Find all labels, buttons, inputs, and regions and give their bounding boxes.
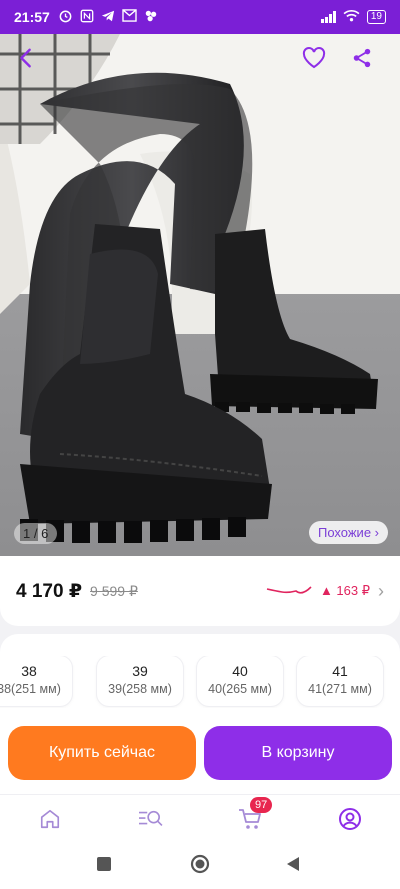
size-number: 38 [21, 663, 37, 679]
product-image-gallery[interactable]: 1 / 6 Похожие › [0, 34, 400, 556]
alarm-icon [58, 8, 73, 26]
price-section[interactable]: 4 170 ₽ 9 599 ₽ ▲ 163 ₽ › [0, 556, 400, 626]
status-notification-icons [58, 8, 158, 26]
buy-now-button[interactable]: Купить сейчас [8, 726, 196, 780]
size-option[interactable]: 39 39(258 мм) [97, 656, 183, 706]
size-selector[interactable]: 38 38(251 мм) 39 39(258 мм) 40 40(265 мм… [0, 656, 400, 708]
share-icon [353, 48, 371, 68]
status-system-icons: 19 [320, 9, 386, 25]
product-photo [0, 34, 400, 556]
image-counter: 1 / 6 [14, 523, 58, 544]
share-button[interactable] [344, 40, 380, 76]
favorite-button[interactable] [296, 40, 332, 76]
size-length: 41(271 мм) [308, 682, 372, 696]
size-number: 40 [232, 663, 248, 679]
size-option[interactable]: 41 41(271 мм) [297, 656, 383, 706]
back-button[interactable] [8, 40, 44, 76]
nav-home[interactable] [36, 805, 64, 833]
wifi-icon [343, 9, 360, 25]
size-number: 41 [332, 663, 348, 679]
price-change: ▲ 163 ₽ [319, 583, 370, 598]
signal-icon [320, 11, 336, 23]
price-history[interactable]: ▲ 163 ₽ [266, 583, 370, 599]
size-number: 39 [132, 663, 148, 679]
status-time: 21:57 [14, 9, 50, 25]
battery-icon: 19 [366, 10, 386, 24]
size-length: 39(258 мм) [108, 682, 172, 696]
cart-badge: 97 [250, 797, 273, 813]
price-history-sparkline [266, 586, 312, 594]
nav-cart[interactable]: 97 [236, 797, 273, 833]
size-length: 38(251 мм) [0, 682, 61, 696]
chevron-right-icon[interactable]: › [378, 581, 384, 602]
recents-icon[interactable] [96, 856, 112, 877]
heart-icon [302, 47, 326, 69]
nfc-icon [80, 9, 94, 26]
back-triangle-icon[interactable] [285, 856, 301, 877]
home-icon [40, 809, 60, 829]
back-arrow-icon [20, 48, 31, 68]
app-icon [144, 9, 158, 26]
system-navigation [0, 842, 400, 889]
nav-catalog[interactable] [136, 805, 164, 833]
profile-icon [339, 808, 361, 830]
nav-profile[interactable] [336, 805, 364, 833]
similar-products-link[interactable]: Похожие › [309, 521, 388, 544]
catalog-search-icon [139, 810, 163, 827]
size-and-actions: 38 38(251 мм) 39 39(258 мм) 40 40(265 мм… [0, 634, 400, 794]
current-price: 4 170 ₽ [16, 580, 83, 602]
size-option[interactable]: 38 38(251 мм) [0, 656, 72, 706]
size-option[interactable]: 40 40(265 мм) [197, 656, 283, 706]
old-price: 9 599 ₽ [90, 582, 138, 599]
add-to-cart-button[interactable]: В корзину [204, 726, 392, 780]
telegram-icon [101, 9, 115, 26]
mail-icon [122, 9, 137, 25]
size-length: 40(265 мм) [208, 682, 272, 696]
bottom-navigation: 97 [0, 794, 400, 842]
home-circle-icon[interactable] [190, 854, 210, 879]
status-bar: 21:57 19 [0, 0, 400, 34]
